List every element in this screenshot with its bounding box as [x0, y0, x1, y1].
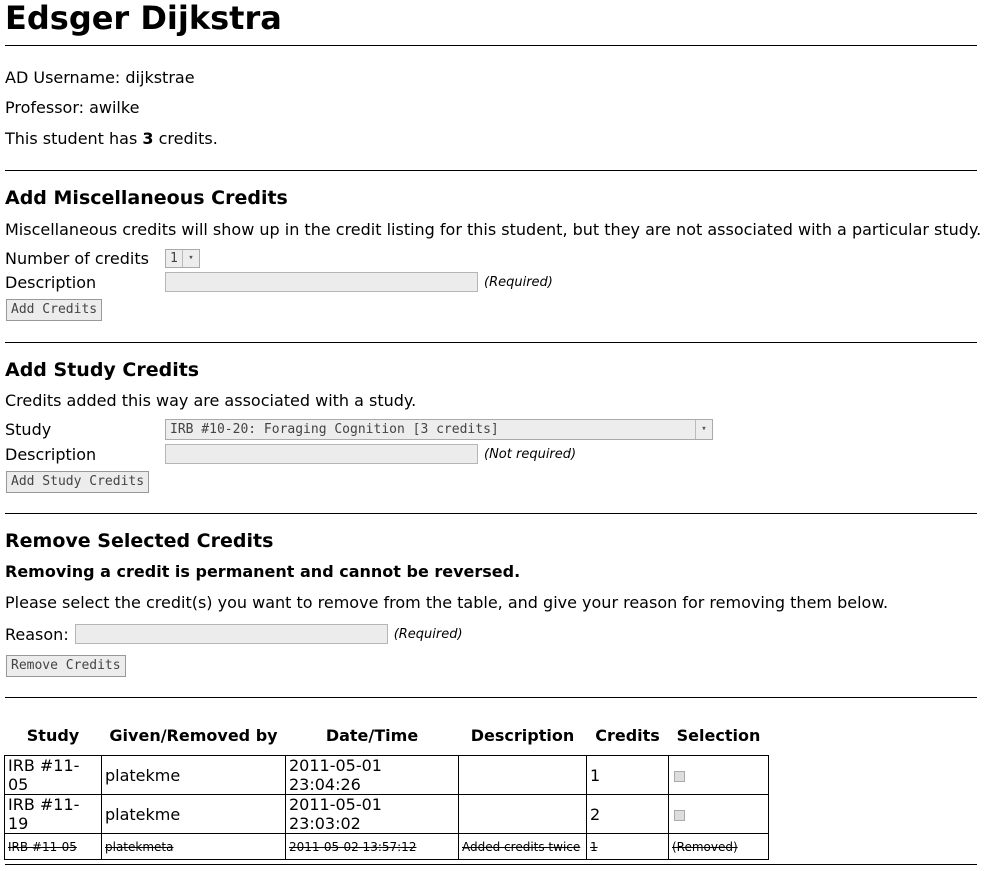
ad-username-label: AD Username:: [5, 68, 126, 87]
cell-selection: [668, 755, 769, 795]
ad-username-value: dijkstrae: [125, 68, 195, 87]
credits-summary-prefix: This student has: [5, 129, 143, 148]
select-checkbox[interactable]: [674, 809, 685, 821]
divider: [5, 170, 977, 171]
remove-reason-row: Reason: (Required): [5, 622, 463, 646]
cell-credits: 1: [586, 755, 669, 795]
study-desc-row: Description (Not required): [5, 442, 576, 466]
misc-intro: Miscellaneous credits will show up in th…: [5, 220, 982, 239]
credits-number-select[interactable]: 1 ▾: [165, 248, 200, 268]
remove-credits-button[interactable]: Remove Credits: [6, 655, 126, 677]
professor-value: awilke: [89, 98, 140, 117]
cell-by: platekme: [101, 794, 286, 834]
cell-credits: 1: [586, 833, 669, 860]
divider: [5, 864, 977, 865]
table-row-removed: IRB #11-05 platekmeta 2011-05-02 13:57:1…: [4, 833, 769, 860]
remove-reason-hint: (Required): [393, 626, 463, 642]
cell-datetime: 2011-05-01 23:03:02: [285, 794, 459, 834]
add-credits-button[interactable]: Add Credits: [6, 299, 103, 321]
cell-by: platekme: [101, 755, 286, 795]
cell-study: IRB #11-05: [4, 833, 102, 860]
remove-heading: Remove Selected Credits: [5, 530, 274, 552]
misc-desc-row: Description (Required): [5, 270, 553, 294]
column-header: Selection: [676, 725, 761, 745]
divider: [5, 697, 977, 698]
study-select-label: Study: [5, 419, 52, 439]
study-heading: Add Study Credits: [5, 359, 200, 381]
misc-desc-label: Description: [5, 272, 97, 292]
remove-intro: Please select the credit(s) you want to …: [5, 593, 889, 612]
divider: [5, 45, 977, 46]
credits-summary: This student has 3 credits.: [5, 129, 218, 149]
credits-summary-suffix: credits.: [153, 129, 218, 148]
professor-label: Professor:: [5, 98, 90, 117]
divider: [5, 342, 977, 343]
chevron-down-icon: ▾: [182, 249, 199, 267]
study-description-input[interactable]: [165, 444, 478, 464]
select-checkbox[interactable]: [674, 770, 685, 782]
cell-study: IRB #11-19: [4, 794, 102, 834]
column-header: Study: [26, 725, 80, 745]
cell-by: platekmeta: [101, 833, 286, 860]
study-desc-hint: (Not required): [484, 446, 577, 462]
misc-num-label: Number of credits: [5, 248, 149, 268]
study-select[interactable]: IRB #10-20: Foraging Cognition [3 credit…: [165, 418, 713, 440]
table-header-row: Study Given/Removed by Date/Time Descrip…: [5, 715, 769, 756]
remove-warning: Removing a credit is permanent and canno…: [5, 562, 521, 581]
cell-selection: [668, 794, 769, 834]
cell-description: Added credits twice: [458, 833, 587, 860]
add-study-credits-button[interactable]: Add Study Credits: [6, 471, 150, 493]
cell-selection: (Removed): [668, 833, 769, 860]
cell-datetime: 2011-05-01 23:04:26: [285, 755, 459, 795]
study-desc-label: Description: [5, 444, 97, 464]
cell-datetime: 2011-05-02 13:57:12: [285, 833, 459, 860]
misc-desc-hint: (Required): [484, 274, 553, 290]
credits-number-value: 1: [170, 250, 178, 266]
cell-credits: 2: [586, 794, 669, 834]
column-header: Given/Removed by: [109, 725, 278, 745]
column-header: Description: [470, 725, 575, 745]
study-select-value: IRB #10-20: Foraging Cognition [3 credit…: [170, 421, 499, 437]
misc-num-row: Number of credits 1 ▾: [5, 246, 200, 270]
cell-description: [458, 794, 587, 834]
credits-count: 3: [142, 129, 154, 148]
cell-description: [458, 755, 587, 795]
remove-reason-label: Reason:: [5, 624, 69, 644]
column-header: Credits: [595, 725, 660, 745]
table-row: IRB #11-05 platekme 2011-05-01 23:04:26 …: [4, 755, 769, 795]
remove-reason-input[interactable]: [74, 624, 388, 644]
professor-line: Professor: awilke: [5, 98, 139, 118]
divider: [5, 513, 977, 514]
column-header: Date/Time: [325, 725, 419, 745]
misc-heading: Add Miscellaneous Credits: [5, 187, 288, 209]
cell-study: IRB #11-05: [4, 755, 102, 795]
misc-description-input[interactable]: [165, 272, 478, 292]
table-row: IRB #11-19 platekme 2011-05-01 23:03:02 …: [4, 794, 769, 834]
chevron-down-icon: ▾: [695, 419, 712, 439]
study-select-row: Study IRB #10-20: Foraging Cognition [3 …: [5, 417, 713, 441]
study-intro: Credits added this way are associated wi…: [5, 391, 417, 410]
ad-username-line: AD Username: dijkstrae: [5, 68, 195, 88]
page-title: Edsger Dijkstra: [5, 0, 282, 37]
credits-table: Study Given/Removed by Date/Time Descrip…: [4, 715, 769, 860]
